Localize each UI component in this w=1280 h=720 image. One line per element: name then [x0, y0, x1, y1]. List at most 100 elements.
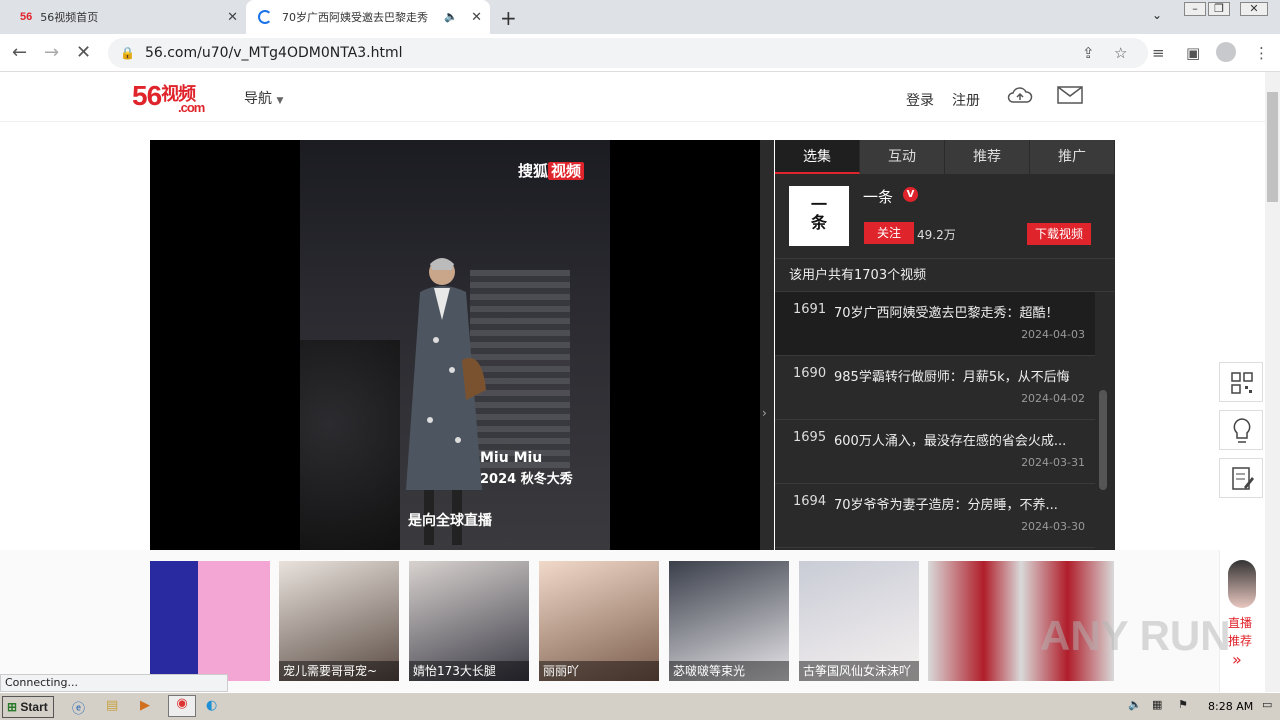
nav-label: 导航 [244, 91, 272, 107]
login-link[interactable]: 登录 [906, 90, 934, 110]
volume-icon[interactable]: 🔈 [1128, 698, 1142, 711]
address-bar[interactable]: 🔒 56.com/u70/v_MTg4ODM0NTA3.html [108, 38, 1148, 68]
thumb-label: 苾啵啵等束光 [669, 661, 789, 681]
live-thumb[interactable]: 宠儿需要哥哥宠~ [279, 561, 399, 681]
bookmark-star-icon[interactable]: ☆ [1114, 44, 1127, 62]
logo-domain: .com [178, 100, 205, 115]
video-player[interactable]: 搜狐 视频 Miu Miu 2024 秋冬大秀 是向全球直播 [150, 140, 760, 550]
site-header: 56视频 .com 导航 ▼ 登录 注册 [0, 72, 1265, 122]
profile-avatar-icon[interactable] [1216, 42, 1236, 62]
live-thumb[interactable]: 丽丽吖 [539, 561, 659, 681]
video-number: 1694 [793, 494, 827, 509]
feedback-button[interactable] [1219, 458, 1263, 498]
list-item[interactable]: 1694 70岁爷爷为妻子造房：分房睡，不养... 2024-03-30 [775, 484, 1095, 548]
share-icon[interactable]: ⇪ [1082, 44, 1095, 62]
user-name[interactable]: 一条 [863, 186, 893, 207]
tab-episodes[interactable]: 选集 [775, 140, 860, 174]
ie-icon[interactable]: ⓔ [72, 698, 85, 717]
thumb-label: 丽丽吖 [539, 661, 659, 681]
close-icon[interactable]: ✕ [471, 10, 482, 25]
tab-label: 70岁广西阿姨受邀去巴黎走秀 [282, 11, 428, 24]
user-avatar[interactable]: 一 条 [789, 186, 849, 246]
follow-button[interactable]: 关注 [864, 222, 914, 244]
tab-interact[interactable]: 互动 [860, 140, 945, 174]
network-icon[interactable]: ▦ [1152, 698, 1162, 711]
mail-icon[interactable] [1056, 84, 1084, 106]
video-title: 600万人涌入，最没存在感的省会火成... [834, 434, 1067, 449]
video-number: 1690 [793, 366, 827, 381]
upload-cloud-icon[interactable] [1006, 84, 1034, 106]
video-subtitle: 是向全球直播 [408, 513, 492, 529]
media-controls-icon[interactable]: ≡ [1152, 44, 1165, 62]
show-desktop-icon[interactable]: ▭ [1262, 698, 1272, 711]
stop-loading-icon[interactable]: ✕ [76, 42, 91, 63]
list-scrollbar[interactable] [1099, 390, 1107, 490]
video-caption-brand: Miu Miu [480, 450, 543, 466]
side-panel-icon[interactable]: ▣ [1186, 44, 1200, 62]
list-item[interactable]: 1691 70岁广西阿姨受邀去巴黎走秀：超酷！ 2024-04-03 [775, 292, 1095, 356]
live-label: 直播 [1228, 616, 1253, 630]
video-title: 70岁爷爷为妻子造房：分房睡，不养... [834, 498, 1058, 513]
list-item[interactable]: 1695 600万人涌入，最没存在感的省会火成... 2024-03-31 [775, 420, 1095, 484]
lightbulb-icon [1233, 418, 1251, 443]
site-logo[interactable]: 56视频 .com [132, 80, 205, 115]
thumb-label: 古筝国风仙女沫沫吖 [799, 661, 919, 681]
tab-search-chevron-icon[interactable]: ⌄ [1152, 8, 1162, 22]
anyrun-watermark: ANY RUN [1040, 612, 1231, 659]
promo-banner[interactable] [150, 561, 270, 681]
live-thumb[interactable]: 古筝国风仙女沫沫吖 [799, 561, 919, 681]
nav-dropdown[interactable]: 导航 ▼ [244, 88, 283, 108]
media-player-icon[interactable]: ▶ [140, 698, 150, 713]
menu-kebab-icon[interactable]: ⋮ [1254, 44, 1269, 62]
new-tab-icon[interactable]: + [500, 6, 517, 30]
start-button[interactable]: ⊞ Start [2, 696, 54, 718]
download-video-button[interactable]: 下载视频 [1027, 223, 1091, 245]
list-item[interactable]: 1690 985学霸转行做厨师：月薪5k，从不后悔 2024-04-02 [775, 356, 1095, 420]
avatar-char: 条 [810, 213, 827, 232]
video-frame[interactable] [300, 140, 610, 550]
edit-note-icon [1232, 467, 1254, 490]
tab-recommend[interactable]: 推荐 [945, 140, 1030, 174]
edge-icon[interactable]: ◐ [206, 698, 217, 713]
56-favicon: 56 [20, 11, 33, 23]
qr-code-icon [1231, 372, 1253, 394]
scrollbar-thumb[interactable] [1267, 92, 1278, 202]
video-date: 2024-03-31 [1021, 456, 1085, 469]
tab-label: 56视频首页 [40, 11, 99, 24]
video-number: 1691 [793, 302, 827, 317]
double-chevron-right-icon[interactable]: » [1232, 650, 1242, 669]
close-icon[interactable]: ✕ [227, 10, 238, 25]
qr-code-button[interactable] [1219, 362, 1263, 402]
tab-56-home[interactable]: 56 56视频首页 ✕ [8, 0, 246, 34]
restore-icon[interactable]: ❐ [1208, 2, 1230, 16]
windows-taskbar: ⊞ Start ⓔ ▤ ▶ ◉ ◐ 🔈 ▦ ⚑ 8:28 AM ▭ [0, 692, 1280, 720]
speaker-icon[interactable]: 🔈 [444, 10, 458, 23]
minimize-icon[interactable]: – [1184, 2, 1206, 16]
browser-toolbar: ← → ✕ 🔒 56.com/u70/v_MTg4ODM0NTA3.html ⇪… [0, 34, 1280, 72]
video-number: 1695 [793, 430, 827, 445]
loading-spinner-icon [258, 10, 272, 24]
watermark-text: 搜狐 [518, 162, 549, 180]
tab-promote[interactable]: 推广 [1030, 140, 1115, 174]
live-thumb[interactable]: 苾啵啵等束光 [669, 561, 789, 681]
register-link[interactable]: 注册 [952, 90, 980, 110]
start-label: Start [20, 700, 48, 714]
streamer-avatar [1228, 560, 1256, 608]
panel-collapse-handle[interactable]: › [760, 140, 774, 550]
window-close-icon[interactable]: ✕ [1240, 2, 1268, 16]
windows-logo-icon: ⊞ [7, 700, 18, 714]
panel-tabs: 选集 互动 推荐 推广 [775, 140, 1115, 174]
thumb-label: 宠儿需要哥哥宠~ [279, 661, 399, 681]
sohu-video-watermark: 搜狐 视频 [518, 160, 585, 181]
flag-icon[interactable]: ⚑ [1178, 698, 1188, 711]
tab-current-video[interactable]: 70岁广西阿姨受邀去巴黎走秀 🔈 ✕ [246, 0, 490, 34]
status-bar: Connecting... [0, 674, 228, 692]
logo-number: 56 [132, 80, 162, 111]
folder-icon[interactable]: ▤ [106, 698, 118, 713]
page-scrollbar[interactable] [1265, 72, 1280, 692]
live-thumb[interactable]: 婧怡173大长腿 [409, 561, 529, 681]
forward-arrow-icon[interactable]: → [44, 42, 59, 63]
back-arrow-icon[interactable]: ← [12, 42, 27, 63]
tips-button[interactable] [1219, 410, 1263, 450]
chrome-icon[interactable]: ◉ [168, 695, 196, 717]
